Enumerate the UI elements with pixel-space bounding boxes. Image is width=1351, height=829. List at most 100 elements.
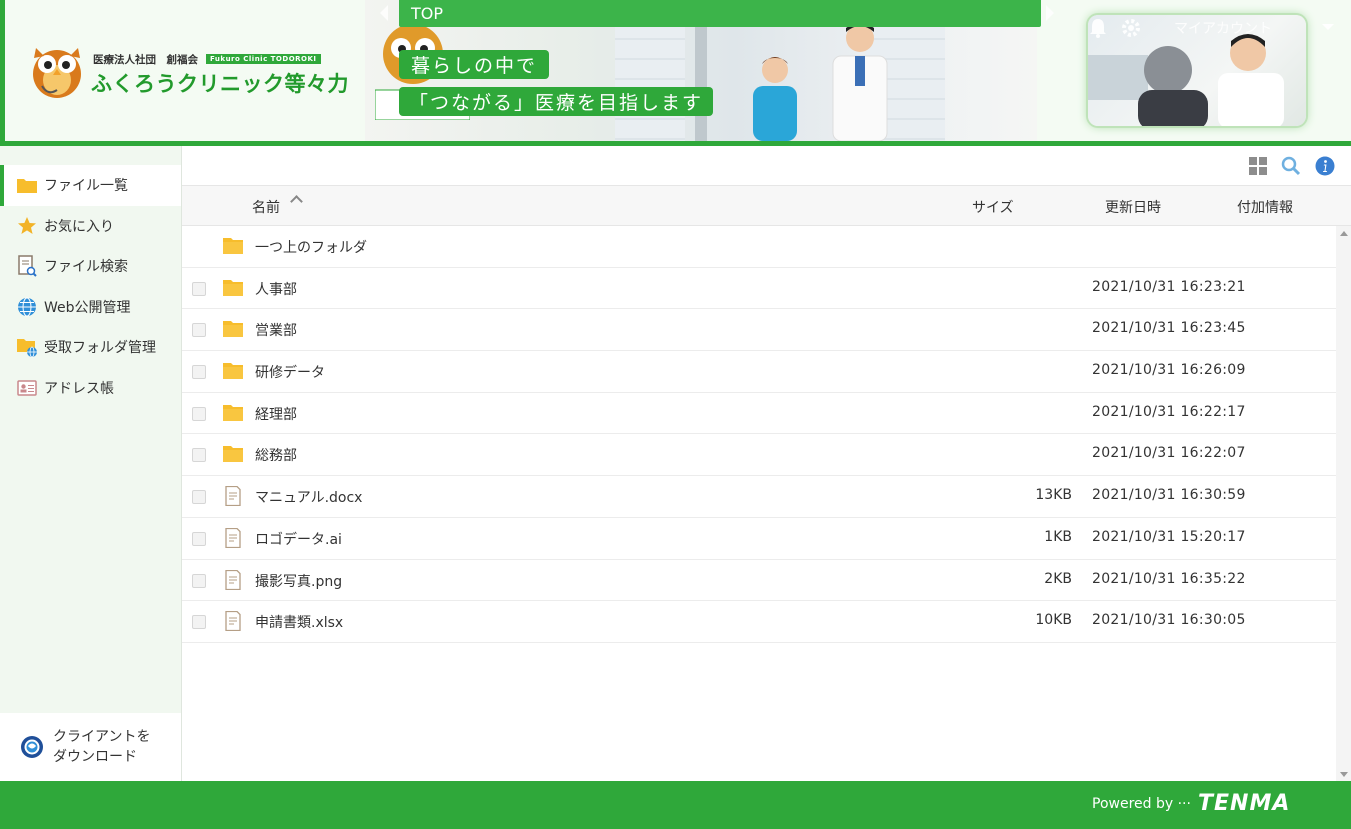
search-icon[interactable] <box>1281 156 1301 176</box>
table-row[interactable]: 研修データ 2021/10/31 16:26:09 <box>182 351 1336 393</box>
folder-icon <box>223 446 243 463</box>
table-row[interactable]: マニュアル.docx 13KB 2021/10/31 16:30:59 <box>182 476 1336 518</box>
banner-prev-arrow[interactable] <box>380 5 388 21</box>
file-name[interactable]: 人事部 <box>255 279 297 299</box>
folder-icon <box>16 174 38 196</box>
client-download-line2: ダウンロード <box>53 749 137 765</box>
folder-icon <box>223 363 243 380</box>
folder-icon <box>223 238 243 254</box>
sidebar-item-file-list[interactable]: ファイル一覧 <box>0 165 181 206</box>
scroll-up-arrow-icon[interactable] <box>1340 231 1348 236</box>
file-updated: 2021/10/31 16:23:45 <box>1092 320 1246 337</box>
client-download-button[interactable]: クライアントを ダウンロード <box>0 713 181 781</box>
folder-icon <box>223 404 243 421</box>
file-updated: 2021/10/31 16:26:09 <box>1092 362 1246 379</box>
sidebar-item-address-book[interactable]: アドレス帳 <box>0 368 181 409</box>
row-checkbox[interactable] <box>192 365 206 380</box>
sidebar-item-label: 受取フォルダ管理 <box>44 340 156 357</box>
parent-folder-row[interactable]: 一つ上のフォルダ <box>182 226 1336 268</box>
file-name[interactable]: ロゴデータ.ai <box>255 529 342 549</box>
sidebar: ファイル一覧 お気に入り ファイル検索 Web公開管理 受取フォルダ管理 アドレ… <box>0 146 182 781</box>
clinic-logo[interactable]: 医療法人社団 創福会 Fukuro Clinic TODOROKI ふくろうクリ… <box>28 36 349 106</box>
sidebar-item-label: アドレス帳 <box>44 380 114 397</box>
banner-next-arrow[interactable] <box>1046 5 1054 21</box>
vertical-scrollbar[interactable] <box>1336 226 1351 781</box>
table-row[interactable]: 営業部 2021/10/31 16:23:45 <box>182 309 1336 352</box>
info-icon[interactable] <box>1315 156 1335 176</box>
document-icon <box>225 569 241 590</box>
breadcrumb-top[interactable]: TOP <box>399 0 1041 27</box>
row-checkbox[interactable] <box>192 490 206 505</box>
sidebar-item-file-search[interactable]: ファイル検索 <box>0 246 181 287</box>
row-checkbox[interactable] <box>192 531 206 546</box>
owl-mascot-icon <box>33 48 81 98</box>
file-name[interactable]: 研修データ <box>255 362 325 382</box>
file-list: 一つ上のフォルダ 人事部 2021/10/31 16:23:21 営業部 202… <box>182 226 1336 643</box>
column-header-extra[interactable]: 付加情報 <box>1237 197 1293 217</box>
file-updated: 2021/10/31 16:30:05 <box>1092 612 1246 629</box>
file-name[interactable]: 経理部 <box>255 404 297 424</box>
file-updated: 2021/10/31 15:20:17 <box>1092 528 1246 545</box>
row-checkbox[interactable] <box>192 323 206 338</box>
row-checkbox[interactable] <box>192 448 206 463</box>
tenma-logo[interactable]: TENMA <box>1198 791 1290 816</box>
file-name[interactable]: 総務部 <box>255 445 297 465</box>
scroll-down-arrow-icon[interactable] <box>1340 772 1348 777</box>
column-header-updated[interactable]: 更新日時 <box>1105 197 1161 217</box>
file-name[interactable]: 申請書類.xlsx <box>255 612 343 632</box>
table-row[interactable]: 撮影写真.png 2KB 2021/10/31 16:35:22 <box>182 560 1336 602</box>
parent-folder-label: 一つ上のフォルダ <box>255 240 367 256</box>
sort-ascending-icon[interactable] <box>290 195 303 208</box>
banner-caption-line1: 暮らしの中で <box>399 50 550 79</box>
account-icons <box>1088 15 1142 41</box>
clinic-name: ふくろうクリニック等々力 <box>91 72 349 96</box>
powered-by-label: Powered by ··· <box>1092 796 1191 812</box>
document-icon <box>225 611 241 632</box>
table-row[interactable]: 総務部 2021/10/31 16:22:07 <box>182 434 1336 477</box>
grid-view-icon[interactable] <box>1248 156 1268 176</box>
my-account-menu[interactable]: マイアカウント <box>1174 18 1272 38</box>
row-checkbox[interactable] <box>192 406 206 421</box>
file-size: 2KB <box>1044 570 1072 587</box>
file-updated: 2021/10/31 16:22:07 <box>1092 445 1246 462</box>
file-list-panel: 名前 サイズ 更新日時 付加情報 一つ上のフォルダ 人事部 2021/10/31… <box>182 146 1351 781</box>
column-header-size[interactable]: サイズ <box>972 197 1014 217</box>
sidebar-item-label: Web公開管理 <box>44 299 131 316</box>
row-checkbox[interactable] <box>192 573 206 588</box>
sidebar-item-label: お気に入り <box>44 218 114 235</box>
sidebar-item-label: ファイル一覧 <box>44 178 128 195</box>
row-checkbox[interactable] <box>192 281 206 296</box>
banner-caption-line2: 「つながる」医療を目指します <box>399 87 714 116</box>
row-checkbox[interactable] <box>192 615 206 630</box>
table-header: 名前 サイズ 更新日時 付加情報 <box>182 186 1351 226</box>
file-updated: 2021/10/31 16:23:21 <box>1092 278 1246 295</box>
column-header-name[interactable]: 名前 <box>252 197 280 217</box>
file-name[interactable]: 営業部 <box>255 320 297 340</box>
client-download-icon <box>21 736 43 758</box>
org-name: 医療法人社団 創福会 <box>93 54 198 66</box>
gear-icon[interactable] <box>1120 17 1142 39</box>
client-download-label: クライアントを ダウンロード <box>53 727 150 767</box>
document-icon <box>225 486 241 507</box>
file-size: 1KB <box>1044 528 1072 545</box>
file-name[interactable]: 撮影写真.png <box>255 571 342 591</box>
sidebar-item-receive-folder[interactable]: 受取フォルダ管理 <box>0 327 181 368</box>
table-row[interactable]: ロゴデータ.ai 1KB 2021/10/31 15:20:17 <box>182 518 1336 560</box>
app-header: 医療法人社団 創福会 Fukuro Clinic TODOROKI ふくろうクリ… <box>0 0 1351 146</box>
sidebar-item-favorites[interactable]: お気に入り <box>0 206 181 247</box>
address-book-icon <box>16 377 38 399</box>
table-row[interactable]: 経理部 2021/10/31 16:22:17 <box>182 393 1336 435</box>
sidebar-item-web-publish[interactable]: Web公開管理 <box>0 287 181 328</box>
doctor-photo <box>832 23 888 141</box>
globe-icon <box>16 296 38 318</box>
file-updated: 2021/10/31 16:35:22 <box>1092 570 1246 587</box>
chevron-down-icon[interactable] <box>1322 24 1334 30</box>
star-icon <box>16 215 38 237</box>
bell-icon[interactable] <box>1088 17 1108 39</box>
sidebar-item-label: ファイル検索 <box>44 259 128 276</box>
file-name[interactable]: マニュアル.docx <box>255 487 362 507</box>
folder-icon <box>223 279 243 296</box>
table-row[interactable]: 人事部 2021/10/31 16:23:21 <box>182 268 1336 310</box>
footer: Powered by ··· TENMA <box>0 781 1351 829</box>
table-row[interactable]: 申請書類.xlsx 10KB 2021/10/31 16:30:05 <box>182 601 1336 643</box>
